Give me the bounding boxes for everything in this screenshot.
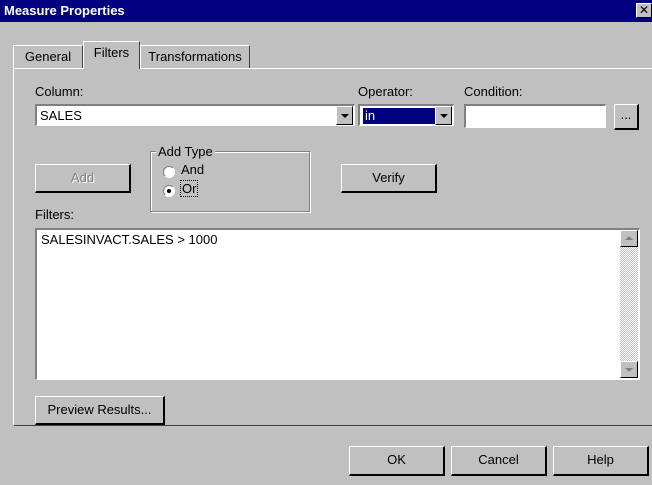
window-title: Measure Properties [4, 3, 125, 18]
title-bar: Measure Properties ✕ [0, 0, 652, 22]
tab-transformations-label: Transformations [148, 49, 242, 64]
tab-general[interactable]: General [13, 45, 83, 69]
tab-transformations[interactable]: Transformations [140, 45, 250, 69]
help-button[interactable]: Help [553, 446, 649, 476]
cancel-button[interactable]: Cancel [451, 446, 547, 476]
ok-label: OK [387, 452, 406, 467]
tab-general-label: General [24, 49, 72, 64]
help-label: Help [587, 452, 614, 467]
tab-filters-label: Filters [93, 45, 130, 60]
close-button[interactable]: ✕ [636, 3, 652, 18]
filters-panel [13, 68, 652, 426]
close-icon: ✕ [638, 3, 650, 17]
cancel-label: Cancel [478, 452, 519, 467]
ok-button[interactable]: OK [349, 446, 445, 476]
tab-filters[interactable]: Filters [83, 41, 140, 69]
